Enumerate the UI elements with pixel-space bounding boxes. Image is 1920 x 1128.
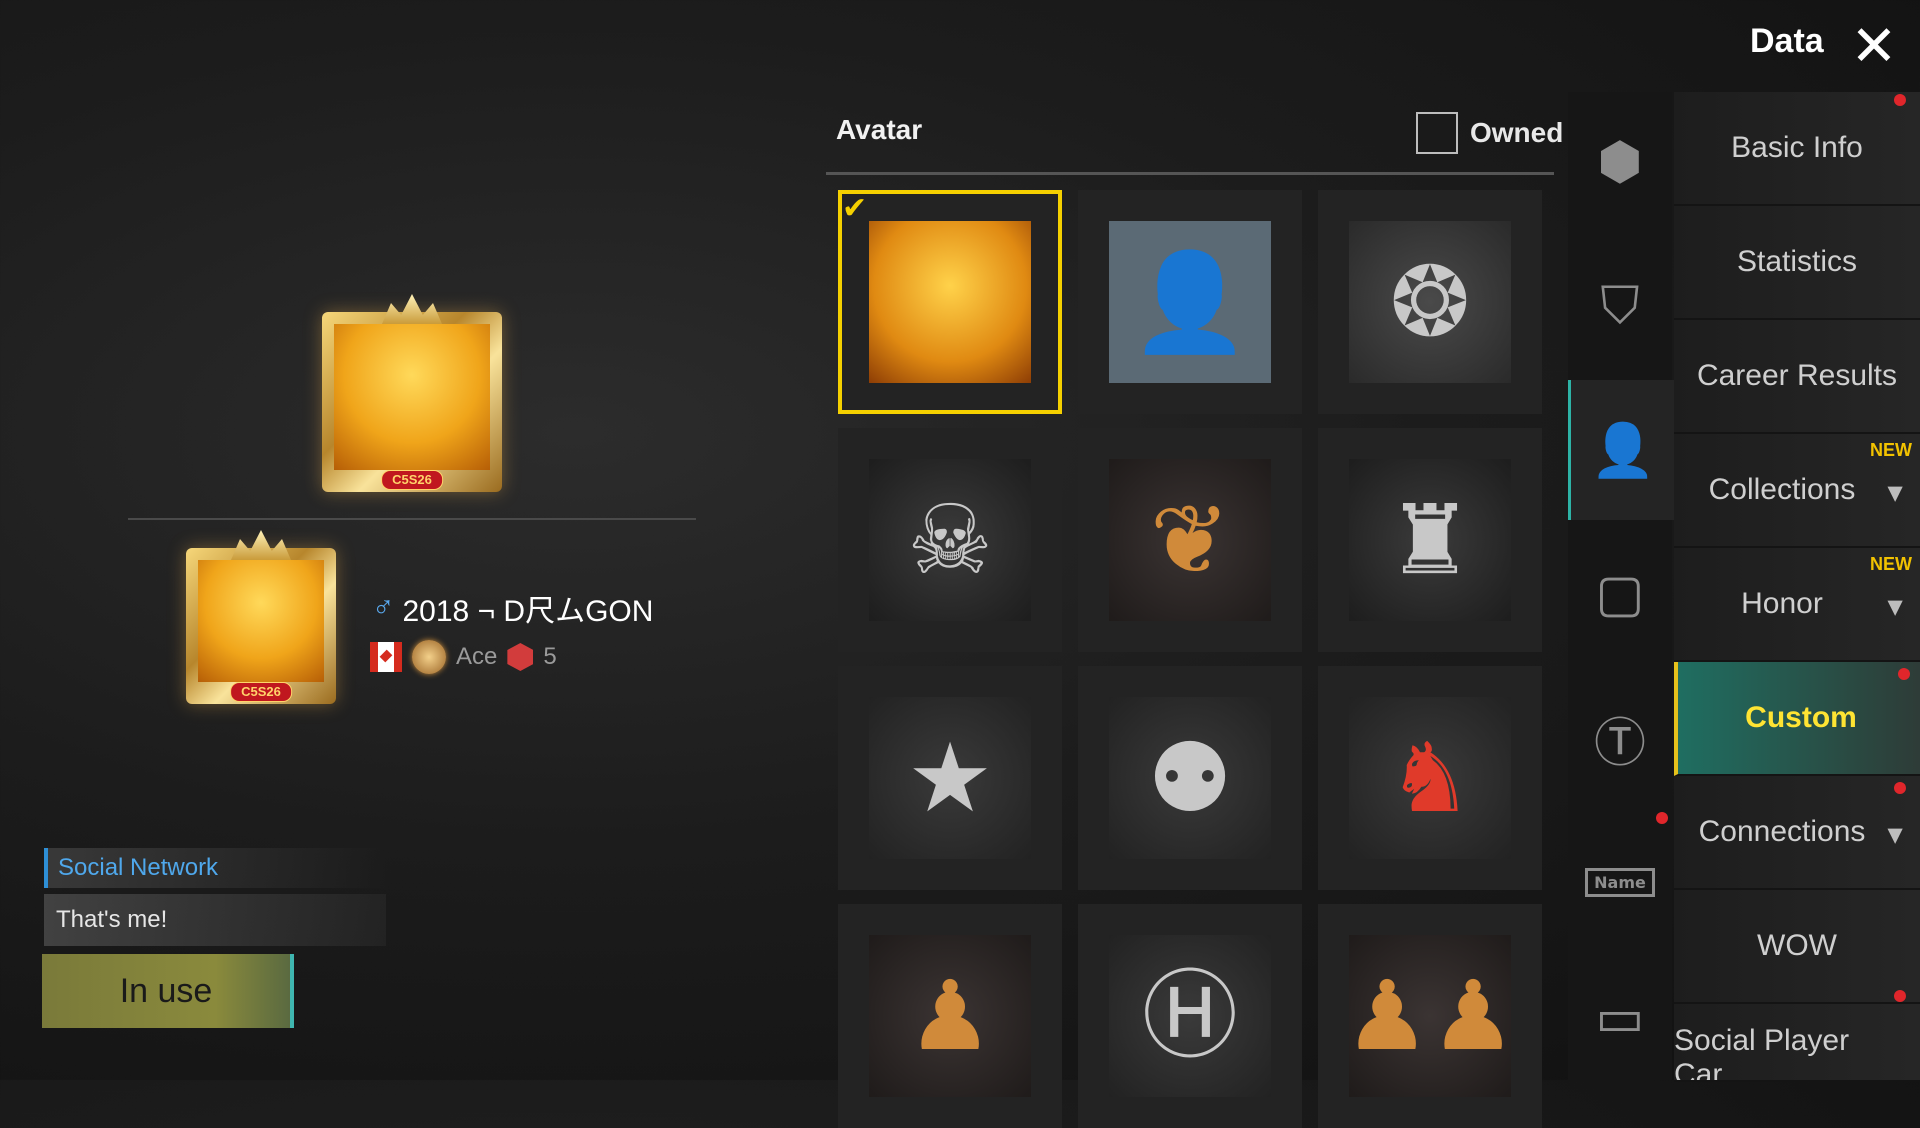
nav-item-label: Basic Info <box>1731 131 1863 164</box>
notification-dot <box>1894 94 1906 106</box>
nav-item-label: Honor <box>1741 587 1823 620</box>
rail-item-avatar[interactable]: 👤 <box>1568 380 1675 520</box>
nav-item-social-player-card[interactable]: Social Player Car... <box>1674 1004 1920 1082</box>
chevron-down-icon: ▼ <box>1882 591 1908 622</box>
nav-item-label: Career Results <box>1696 359 1898 392</box>
notification-dot <box>1894 990 1906 1002</box>
dragon-skin-avatar-icon <box>198 560 324 682</box>
in-use-button[interactable]: In use <box>42 954 294 1028</box>
title-tag-icon: Ⓣ <box>1593 713 1646 774</box>
male-icon: ♂ <box>372 591 395 624</box>
avatar-grid: ✔ 👤 ❂ ☠ ❦ ♜ ★ ⚉ ♞ ♟ Ⓗ ♟♟ <box>838 190 1542 1128</box>
avatar-item-squad-emblem[interactable]: ⚉ <box>1078 666 1302 890</box>
tier-level: 5 <box>543 643 557 670</box>
medkit-avatar-icon: Ⓗ <box>1109 935 1271 1097</box>
owned-label: Owned <box>1470 117 1564 148</box>
owned-filter[interactable]: Owned <box>1416 112 1563 154</box>
nav-item-statistics[interactable]: Statistics <box>1674 206 1920 320</box>
chevron-down-icon: ▼ <box>1882 819 1908 850</box>
crown-icon <box>231 530 291 560</box>
folder-icon: ▭ <box>1595 988 1645 1048</box>
crown-icon <box>382 294 442 324</box>
owned-checkbox[interactable] <box>1416 112 1458 154</box>
skull-emblem-avatar-icon: ☠ <box>869 459 1031 621</box>
nav-item-collections[interactable]: NEW Collections ▼ <box>1674 434 1920 548</box>
nav-item-career-results[interactable]: Career Results <box>1674 320 1920 434</box>
social-network-label: Social Network <box>44 848 388 888</box>
winged-emblem-avatar-icon: ❂ <box>1349 221 1511 383</box>
avatar-item-skull[interactable]: ☠ <box>838 428 1062 652</box>
avatar-icon: 👤 <box>1590 420 1656 481</box>
rail-item-helmet-frame[interactable]: ⬢ <box>1568 92 1672 232</box>
notification-dot <box>1894 782 1906 794</box>
avatar-item-dragon-skin[interactable]: ✔ <box>838 190 1062 414</box>
player-name-row: ♂ 2018 ¬ D尺ムGON <box>372 586 653 630</box>
social-status-text[interactable]: That's me! <box>44 894 386 946</box>
nav-item-custom[interactable]: Custom <box>1674 662 1920 776</box>
nav-item-label: Connections <box>1698 815 1866 848</box>
avatar-item-winged-emblem[interactable]: ❂ <box>1318 190 1542 414</box>
squad-emblem-avatar-icon: ⚉ <box>1109 697 1271 859</box>
avatar-item-soldier[interactable]: ♟ <box>838 904 1062 1128</box>
rank-badge-icon <box>412 640 446 674</box>
rail-item-shield[interactable]: ⛉ <box>1568 236 1672 376</box>
nav-item-label: WOW <box>1757 929 1837 962</box>
player-name: 2018 ¬ D尺ムGON <box>402 595 654 628</box>
nav-item-basic-info[interactable]: Basic Info <box>1674 92 1920 206</box>
helmet-frame-icon: ⬢ <box>1597 132 1643 192</box>
divider <box>128 518 696 520</box>
nav-item-label: Social Player Car... <box>1674 1024 1850 1082</box>
nav-item-label: Custom <box>1745 701 1857 734</box>
squad-silhouette-avatar-icon: ♟♟ <box>1344 935 1516 1097</box>
dragon-skin-avatar-icon <box>334 324 490 470</box>
new-badge: NEW <box>1870 440 1912 460</box>
soldier-avatar-icon: ♟ <box>869 935 1031 1097</box>
rail-item-folder[interactable]: ▭ <box>1568 956 1672 1080</box>
frame-season-label: C5S26 <box>230 682 292 702</box>
avatar-item-rooster[interactable]: ♞ <box>1318 666 1542 890</box>
name-card-icon: Name <box>1585 867 1655 897</box>
rail-item-frame[interactable]: ▢ <box>1568 524 1672 664</box>
player-avatar: C5S26 <box>186 530 336 704</box>
avatar-frame-preview: C5S26 <box>322 294 502 492</box>
nav-item-label: Collections <box>1708 473 1856 506</box>
player-meta: Ace 5 <box>370 640 557 674</box>
page-title: Data <box>1750 22 1824 60</box>
close-icon[interactable]: ✕ <box>1848 18 1900 74</box>
nav-item-wow[interactable]: WOW <box>1674 890 1920 1004</box>
nav-item-connections[interactable]: Connections ▼ <box>1674 776 1920 890</box>
star-medal-avatar-icon: ★ <box>869 697 1031 859</box>
nav-item-honor[interactable]: NEW Honor ▼ <box>1674 548 1920 662</box>
canada-flag-icon <box>370 642 402 672</box>
new-badge: NEW <box>1870 554 1912 574</box>
rooster-emblem-avatar-icon: ♞ <box>1349 697 1511 859</box>
dragon-skin-avatar-icon <box>869 221 1031 383</box>
shield-icon: ⛉ <box>1600 275 1640 336</box>
rail-item-title-tag[interactable]: Ⓣ <box>1568 668 1672 808</box>
chicken-silhouette-avatar-icon: ❦ <box>1109 459 1271 621</box>
default-person-avatar-icon: 👤 <box>1109 221 1271 383</box>
rail-item-name-card[interactable]: Name <box>1568 812 1672 952</box>
frame-season-label: C5S26 <box>381 470 443 490</box>
divider <box>826 172 1554 175</box>
avatar-panel-title: Avatar <box>836 114 923 145</box>
checkmark-icon: ✔ <box>842 191 868 226</box>
chevron-down-icon: ▼ <box>1882 477 1908 508</box>
frame-icon: ▢ <box>1595 564 1645 624</box>
tier-badge-icon <box>507 643 534 671</box>
avatar-item-default[interactable]: 👤 <box>1078 190 1302 414</box>
avatar-item-medkit[interactable]: Ⓗ <box>1078 904 1302 1128</box>
nav-item-label: Statistics <box>1736 245 1858 278</box>
tier-label: Ace <box>456 643 498 670</box>
notification-dot <box>1898 668 1910 680</box>
avatar-item-squad-silhouette[interactable]: ♟♟ <box>1318 904 1542 1128</box>
gunman-avatar-icon: ♜ <box>1349 459 1511 621</box>
avatar-item-star-medal[interactable]: ★ <box>838 666 1062 890</box>
avatar-item-gunman[interactable]: ♜ <box>1318 428 1542 652</box>
avatar-item-chicken[interactable]: ❦ <box>1078 428 1302 652</box>
